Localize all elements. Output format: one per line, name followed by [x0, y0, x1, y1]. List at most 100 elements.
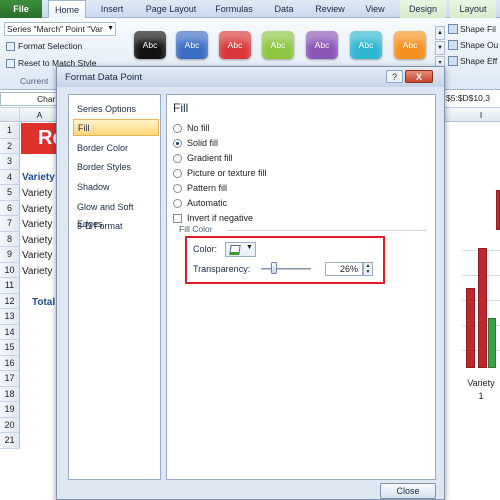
column-header-a[interactable]: A	[20, 108, 60, 122]
tab-insert[interactable]: Insert	[94, 0, 130, 18]
row-header[interactable]: 21	[0, 433, 20, 449]
chart-bar[interactable]	[496, 190, 500, 230]
shape-fill-label: Shape Fil	[460, 24, 496, 34]
formula-input[interactable]: $5:$D$10,3	[446, 93, 490, 103]
shape-style-swatch[interactable]: Abc	[219, 31, 251, 59]
transparency-input[interactable]: 26%	[325, 262, 363, 276]
tab-formulas[interactable]: Formulas	[210, 0, 258, 18]
row-header[interactable]: 20	[0, 417, 20, 433]
format-selection-icon	[6, 41, 15, 51]
nav-item-fill[interactable]: Fill	[73, 119, 159, 136]
nav-item-border-styles[interactable]: Border Styles	[73, 159, 159, 176]
dialog-titlebar[interactable]: Format Data Point ? X	[57, 67, 444, 87]
row-header[interactable]: 15	[0, 340, 20, 356]
tab-review[interactable]: Review	[310, 0, 350, 18]
shape-outline-button[interactable]: Shape Ou	[448, 40, 498, 50]
nav-item-glow-soft-edges[interactable]: Glow and Soft Edges	[73, 199, 159, 229]
total-cell[interactable]: Total	[32, 297, 55, 308]
header-cell[interactable]: Variety	[22, 172, 55, 183]
radio-button	[173, 183, 182, 193]
shape-effects-icon	[448, 56, 458, 66]
row-header[interactable]: 4	[0, 169, 20, 185]
radio-picture-texture-fill[interactable]: Picture or texture fill	[173, 168, 267, 178]
variety-cell[interactable]: Variety	[22, 266, 52, 277]
name-box[interactable]: Char	[0, 92, 62, 106]
scroll-down-icon[interactable]: ▼	[435, 41, 445, 55]
row-header[interactable]: 16	[0, 355, 20, 371]
nav-item-border-color[interactable]: Border Color	[73, 140, 159, 157]
radio-button	[173, 153, 182, 163]
shape-style-swatch[interactable]: Abc	[262, 31, 294, 59]
row-header[interactable]: 18	[0, 386, 20, 402]
row-header[interactable]: 6	[0, 200, 20, 216]
paint-bucket-icon	[229, 245, 241, 255]
variety-cell[interactable]: Variety	[22, 250, 52, 261]
row-header[interactable]: 9	[0, 247, 20, 263]
help-button[interactable]: ?	[386, 70, 403, 83]
column-header-i[interactable]: I	[462, 108, 500, 122]
variety-cell[interactable]: Variety	[22, 188, 52, 199]
variety-cell[interactable]: Variety	[22, 204, 52, 215]
nav-item-3d-format[interactable]: 3-D Format	[73, 218, 159, 235]
shape-outline-label: Shape Ou	[460, 40, 499, 50]
row-header[interactable]: 14	[0, 324, 20, 340]
fill-color-picker[interactable]: ▼	[225, 242, 256, 257]
transparency-slider-track[interactable]	[261, 268, 311, 270]
shape-style-swatch[interactable]: Abc	[350, 31, 382, 59]
chart-area[interactable]	[446, 122, 500, 422]
close-icon[interactable]: X	[405, 70, 433, 83]
row-header[interactable]: 2	[0, 138, 20, 154]
variety-cell[interactable]: Variety	[22, 219, 52, 230]
radio-solid-fill[interactable]: Solid fill	[173, 138, 218, 148]
radio-gradient-fill[interactable]: Gradient fill	[173, 153, 233, 163]
row-header[interactable]: 7	[0, 216, 20, 232]
radio-pattern-fill[interactable]: Pattern fill	[173, 183, 227, 193]
chart-bar[interactable]	[466, 288, 475, 368]
tab-file[interactable]: File	[0, 0, 42, 18]
close-button[interactable]: Close	[380, 483, 436, 499]
spin-down-icon[interactable]: ▼	[364, 269, 372, 275]
dialog-title: Format Data Point	[65, 72, 143, 83]
row-header[interactable]: 13	[0, 309, 20, 325]
radio-no-fill[interactable]: No fill	[173, 123, 210, 133]
shape-style-swatch[interactable]: Abc	[176, 31, 208, 59]
chart-bar[interactable]	[478, 248, 487, 368]
tab-view[interactable]: View	[358, 0, 392, 18]
tab-page-layout[interactable]: Page Layout	[140, 0, 202, 18]
transparency-slider-thumb[interactable]	[271, 262, 277, 274]
nav-item-series-options[interactable]: Series Options	[73, 101, 159, 118]
tab-data[interactable]: Data	[266, 0, 302, 18]
current-selection-group-label: Current	[20, 76, 49, 86]
row-header[interactable]: 19	[0, 402, 20, 418]
row-header[interactable]: 12	[0, 293, 20, 309]
chart-element-selector[interactable]: Series "March" Point "Var ▼	[4, 22, 116, 36]
row-header[interactable]: 17	[0, 371, 20, 387]
chart-x-label: Variety	[467, 378, 495, 388]
row-header[interactable]: 3	[0, 154, 20, 170]
nav-item-shadow[interactable]: Shadow	[73, 179, 159, 196]
radio-automatic[interactable]: Automatic	[173, 198, 227, 208]
shape-style-swatch[interactable]: Abc	[394, 31, 426, 59]
select-all-corner[interactable]	[0, 108, 20, 122]
row-header[interactable]: 11	[0, 278, 20, 294]
shape-style-swatch[interactable]: Abc	[134, 31, 166, 59]
invert-if-negative-checkbox[interactable]: Invert if negative	[173, 213, 253, 223]
scroll-up-icon[interactable]: ▲	[435, 26, 445, 40]
tab-layout[interactable]: Layout	[450, 0, 496, 18]
row-header[interactable]: 8	[0, 231, 20, 247]
row-header[interactable]: 1	[0, 123, 20, 139]
transparency-spinner[interactable]: ▲ ▼	[363, 262, 373, 276]
tab-home[interactable]: Home	[48, 0, 86, 19]
row-header[interactable]: 10	[0, 262, 20, 278]
fill-heading: Fill	[173, 101, 189, 115]
shape-fill-button[interactable]: Shape Fil	[448, 24, 496, 34]
shape-effects-button[interactable]: Shape Eff	[448, 56, 497, 66]
variety-cell[interactable]: Variety	[22, 235, 52, 246]
chart-bar[interactable]	[488, 318, 496, 368]
tab-design[interactable]: Design	[400, 0, 446, 18]
row-header[interactable]: 5	[0, 185, 20, 201]
shape-style-swatch[interactable]: Abc	[306, 31, 338, 59]
fill-color-section-title: Fill Color	[179, 224, 216, 234]
radio-button	[173, 123, 182, 133]
format-selection-button[interactable]: Format Selection	[6, 41, 82, 51]
